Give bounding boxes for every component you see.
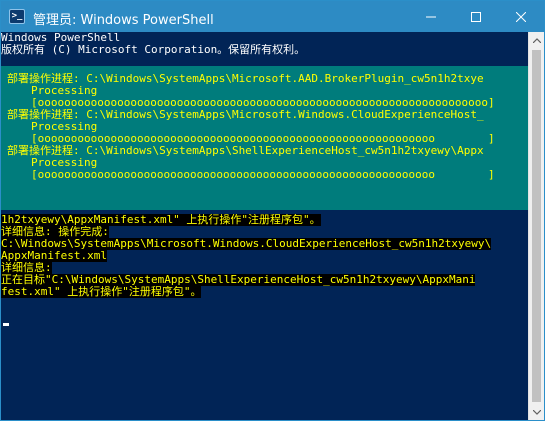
window-title: 管理员: Windows PowerShell (33, 13, 214, 28)
scroll-up-button[interactable] (529, 32, 544, 48)
output-line: 1h2txyewy\AppxManifest.xml" 上执行操作"注册程序包"… (1, 214, 321, 226)
progress-bar: [ooooooooooooooooooooooooooooooooooooooo… (31, 133, 495, 145)
output-line: 详细信息: 操作完成: (1, 226, 109, 238)
progress-status: Processing (31, 85, 98, 97)
console-header: Windows PowerShell 版权所有 (C) Microsoft Co… (1, 32, 528, 56)
output-line: 详细信息: (1, 262, 52, 274)
verbose-output: 1h2txyewy\AppxManifest.xml" 上执行操作"注册程序包"… (1, 214, 528, 298)
maximize-button[interactable] (453, 1, 499, 32)
chevron-down-icon (533, 409, 541, 415)
minimize-icon (426, 16, 436, 17)
text-cursor (3, 323, 9, 326)
console-line: Windows PowerShell (1, 32, 121, 44)
scrollbar-thumb[interactable] (532, 50, 541, 402)
console-area[interactable]: Windows PowerShell 版权所有 (C) Microsoft Co… (1, 32, 528, 420)
close-icon (516, 11, 526, 22)
progress-activity: 部署操作进程: C:\Windows\SystemApps\ShellExper… (7, 145, 484, 157)
progress-status: Processing (31, 157, 98, 169)
output-line: AppxManifest.xml (1, 250, 107, 262)
title-bar[interactable]: >_ 管理员: Windows PowerShell (1, 1, 544, 32)
powershell-window: >_ 管理员: Windows PowerShell Windows Power… (0, 0, 545, 421)
scroll-down-button[interactable] (529, 404, 544, 420)
output-line: fest.xml" 上执行操作"注册程序包"。 (1, 286, 202, 298)
progress-status: Processing (31, 121, 98, 133)
output-line: C:\Windows\SystemApps\Microsoft.Windows.… (1, 238, 492, 250)
progress-activity: 部署操作进程: C:\Windows\SystemApps\Microsoft.… (7, 73, 484, 85)
close-button[interactable] (498, 1, 544, 32)
powershell-icon[interactable]: >_ (9, 9, 25, 24)
output-line: 正在目标"C:\Windows\SystemApps\ShellExperien… (1, 274, 476, 286)
minimize-button[interactable] (408, 1, 454, 32)
progress-panel: 部署操作进程: C:\Windows\SystemApps\Microsoft.… (1, 66, 528, 210)
console-line: 版权所有 (C) Microsoft Corporation。保留所有权利。 (1, 44, 306, 56)
progress-bar: [ooooooooooooooooooooooooooooooooooooooo… (31, 97, 495, 109)
progress-bar: [ooooooooooooooooooooooooooooooooooooooo… (31, 169, 495, 181)
maximize-icon (471, 11, 481, 22)
progress-activity: 部署操作进程: C:\Windows\SystemApps\Microsoft.… (7, 109, 484, 121)
chevron-up-icon (533, 37, 541, 43)
vertical-scrollbar[interactable] (528, 32, 544, 420)
